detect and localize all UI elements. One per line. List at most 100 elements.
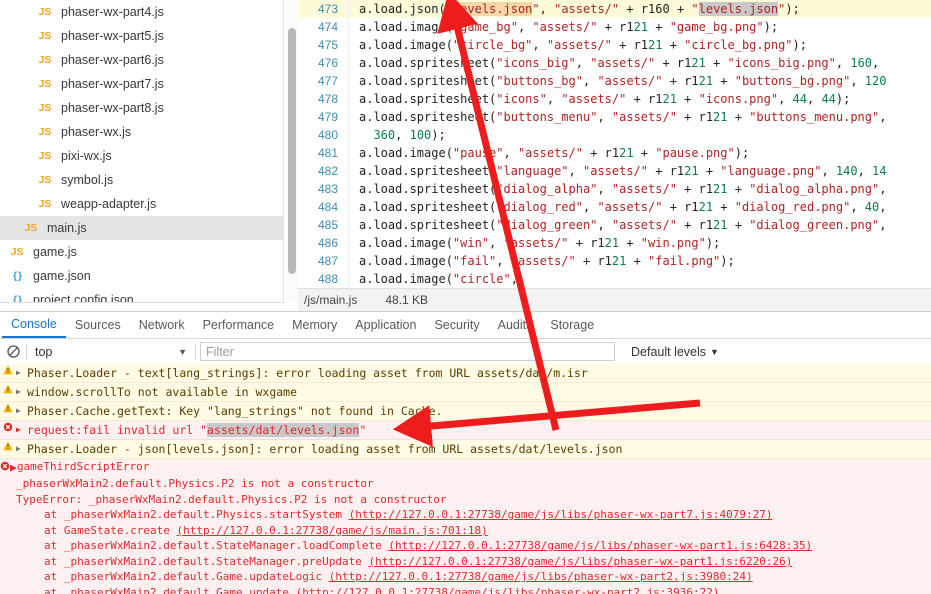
stack-frame-function: at _phaserWxMain2.default.StateManager.p… bbox=[44, 555, 369, 568]
file-tree-item[interactable]: { }project.config.json bbox=[0, 288, 284, 302]
file-tree-item[interactable]: JSphaser-wx-part8.js bbox=[0, 96, 284, 120]
console-message-text: Phaser.Loader - json[levels.json]: error… bbox=[27, 440, 931, 458]
tab-sources[interactable]: Sources bbox=[66, 313, 130, 338]
file-tree-item[interactable]: JSphaser-wx-part7.js bbox=[0, 72, 284, 96]
expand-triangle-icon[interactable]: ▶ bbox=[16, 402, 27, 420]
stack-frame-url[interactable]: (http://127.0.0.1:27738/game/js/libs/pha… bbox=[349, 508, 773, 521]
code-line[interactable]: 486a.load.image("win", "assets/" + r121 … bbox=[298, 234, 931, 252]
console-message[interactable]: ▶Phaser.Loader - json[levels.json]: erro… bbox=[0, 440, 931, 459]
js-file-icon: JS bbox=[32, 96, 58, 120]
devtools-tab-bar[interactable]: ConsoleSourcesNetworkPerformanceMemoryAp… bbox=[0, 312, 931, 339]
code-line-number: 486 bbox=[298, 234, 348, 252]
console-message-suffix: " bbox=[359, 423, 366, 437]
code-line[interactable]: 476a.load.spritesheet("icons_big", "asse… bbox=[298, 54, 931, 72]
file-tree-item[interactable]: JSsymbol.js bbox=[0, 168, 284, 192]
code-line[interactable]: 480 360, 100); bbox=[298, 126, 931, 144]
file-tree-item-label: pixi-wx.js bbox=[58, 144, 112, 168]
expand-triangle-icon[interactable]: ▶ bbox=[16, 421, 27, 439]
code-line[interactable]: 487a.load.image("fail", "assets/" + r121… bbox=[298, 252, 931, 270]
console-message[interactable]: ▶window.scrollTo not available in wxgame bbox=[0, 383, 931, 402]
code-line[interactable]: 483a.load.spritesheet("dialog_alpha", "a… bbox=[298, 180, 931, 198]
code-line-number: 481 bbox=[298, 144, 348, 162]
file-tree-item[interactable]: JSpixi-wx.js bbox=[0, 144, 284, 168]
code-line-text: a.load.json("levels.json", "assets/" + r… bbox=[348, 0, 931, 18]
code-line-number: 478 bbox=[298, 90, 348, 108]
code-line[interactable]: 474a.load.image("game_bg", "assets/" + r… bbox=[298, 18, 931, 36]
console-message-text: request:fail invalid url "assets/dat/lev… bbox=[27, 421, 931, 439]
file-tree-item[interactable]: JSphaser-wx.js bbox=[0, 120, 284, 144]
code-line[interactable]: 479a.load.spritesheet("buttons_menu", "a… bbox=[298, 108, 931, 126]
file-tree-item[interactable]: JSphaser-wx-part5.js bbox=[0, 24, 284, 48]
file-tree-item-label: symbol.js bbox=[58, 168, 113, 192]
console-message-highlighted-url: assets/dat/levels.json bbox=[207, 423, 359, 437]
code-line-number: 475 bbox=[298, 36, 348, 54]
tab-storage[interactable]: Storage bbox=[541, 313, 603, 338]
clear-console-icon[interactable] bbox=[0, 345, 26, 358]
console-error-type-line: TypeError: _phaserWxMain2.default.Physic… bbox=[0, 492, 931, 508]
stack-frame-url[interactable]: (http://127.0.0.1:27738/game/js/libs/pha… bbox=[329, 570, 753, 583]
devtools-panel: ConsoleSourcesNetworkPerformanceMemoryAp… bbox=[0, 311, 931, 594]
tab-memory[interactable]: Memory bbox=[283, 313, 346, 338]
file-tree-item-label: game.json bbox=[30, 264, 91, 288]
tab-application[interactable]: Application bbox=[346, 313, 425, 338]
console-message-text: Phaser.Loader - text[lang_strings]: erro… bbox=[27, 364, 931, 382]
code-line[interactable]: 484a.load.spritesheet("dialog_red", "ass… bbox=[298, 198, 931, 216]
console-levels-select[interactable]: Default levels ▼ bbox=[631, 345, 719, 359]
code-line[interactable]: 488a.load.image("circle", bbox=[298, 270, 931, 288]
warning-icon bbox=[0, 402, 16, 420]
console-stack-frame: at _phaserWxMain2.default.StateManager.l… bbox=[0, 538, 931, 554]
console-message[interactable]: ▶Phaser.Loader - text[lang_strings]: err… bbox=[0, 364, 931, 383]
code-line-number: 473 bbox=[298, 0, 348, 18]
console-error-group[interactable]: ▶gameThirdScriptError_phaserWxMain2.defa… bbox=[0, 459, 931, 594]
code-line[interactable]: 482a.load.spritesheet("language", "asset… bbox=[298, 162, 931, 180]
expand-triangle-icon[interactable]: ▶ bbox=[16, 383, 27, 401]
console-filter-input[interactable]: Filter bbox=[200, 342, 615, 361]
console-toolbar[interactable]: top ▼ Filter Default levels ▼ bbox=[0, 339, 931, 365]
stack-frame-url[interactable]: (http://127.0.0.1:27738/game/js/libs/pha… bbox=[388, 539, 812, 552]
file-tree-item[interactable]: JSphaser-wx-part4.js bbox=[0, 0, 284, 24]
file-tree-item[interactable]: JSweapp-adapter.js bbox=[0, 192, 284, 216]
code-editor[interactable]: 473a.load.json("levels.json", "assets/" … bbox=[298, 0, 931, 288]
console-context-select[interactable]: top ▼ bbox=[27, 345, 195, 359]
code-line-number: 480 bbox=[298, 126, 348, 144]
stack-frame-url[interactable]: (http://127.0.0.1:27738/game/js/libs/pha… bbox=[369, 555, 793, 568]
tab-audits[interactable]: Audits bbox=[489, 313, 542, 338]
expand-triangle-icon[interactable]: ▶ bbox=[16, 440, 27, 458]
code-line-text: a.load.spritesheet("buttons_bg", "assets… bbox=[348, 72, 931, 90]
file-tree-item-label: phaser-wx-part7.js bbox=[58, 72, 164, 96]
code-line[interactable]: 478a.load.spritesheet("icons", "assets/"… bbox=[298, 90, 931, 108]
file-tree-item[interactable]: JSphaser-wx-part6.js bbox=[0, 48, 284, 72]
expand-triangle-icon[interactable]: ▶ bbox=[10, 459, 17, 476]
file-tree-item[interactable]: JSmain.js bbox=[0, 216, 284, 240]
code-line[interactable]: 475a.load.image("circle_bg", "assets/" +… bbox=[298, 36, 931, 54]
code-line[interactable]: 485a.load.spritesheet("dialog_green", "a… bbox=[298, 216, 931, 234]
stack-frame-url[interactable]: (http://127.0.0.1:27738/game/js/main.js:… bbox=[176, 524, 487, 537]
file-tree-item[interactable]: { }game.json bbox=[0, 264, 284, 288]
console-error-header[interactable]: ▶gameThirdScriptError bbox=[0, 459, 931, 476]
chevron-down-icon: ▼ bbox=[178, 347, 187, 357]
code-line-text: a.load.spritesheet("dialog_red", "assets… bbox=[348, 198, 931, 216]
code-line[interactable]: 473a.load.json("levels.json", "assets/" … bbox=[298, 0, 931, 18]
console-message[interactable]: ▶Phaser.Cache.getText: Key "lang_strings… bbox=[0, 402, 931, 421]
code-line[interactable]: 477a.load.spritesheet("buttons_bg", "ass… bbox=[298, 72, 931, 90]
js-file-icon: JS bbox=[18, 216, 44, 240]
tab-performance[interactable]: Performance bbox=[194, 313, 284, 338]
code-line-text: a.load.image("fail", "assets/" + r121 + … bbox=[348, 252, 931, 270]
tab-console[interactable]: Console bbox=[2, 312, 66, 338]
code-line-text: a.load.image("win", "assets/" + r121 + "… bbox=[348, 234, 931, 252]
file-tree-item[interactable]: JSgame.js bbox=[0, 240, 284, 264]
code-line-text: a.load.image("game_bg", "assets/" + r121… bbox=[348, 18, 931, 36]
code-line-number: 487 bbox=[298, 252, 348, 270]
console-message-list[interactable]: ▶Phaser.Loader - text[lang_strings]: err… bbox=[0, 364, 931, 594]
console-message[interactable]: ▶request:fail invalid url "assets/dat/le… bbox=[0, 421, 931, 440]
file-tree-divider bbox=[283, 0, 284, 302]
chevron-down-icon: ▼ bbox=[710, 347, 719, 357]
editor-vertical-scrollbar[interactable] bbox=[288, 28, 296, 274]
file-tree[interactable]: JSphaser-wx-part4.jsJSphaser-wx-part5.js… bbox=[0, 0, 284, 302]
expand-triangle-icon[interactable]: ▶ bbox=[16, 364, 27, 382]
tab-security[interactable]: Security bbox=[425, 313, 488, 338]
file-tree-item-label: phaser-wx-part4.js bbox=[58, 0, 164, 24]
code-line[interactable]: 481a.load.image("pause", "assets/" + r12… bbox=[298, 144, 931, 162]
code-line-text: a.load.spritesheet("icons_big", "assets/… bbox=[348, 54, 931, 72]
tab-network[interactable]: Network bbox=[130, 313, 194, 338]
